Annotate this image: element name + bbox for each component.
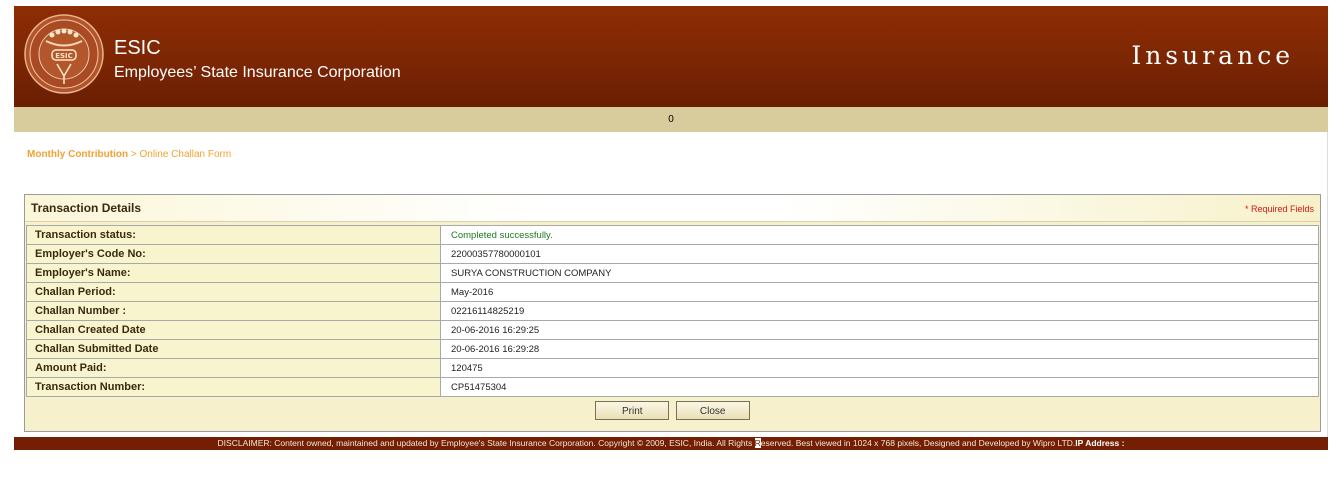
table-row: Transaction status: Completed successful… xyxy=(26,225,1319,245)
breadcrumb-root-link[interactable]: Monthly Contribution xyxy=(27,149,128,160)
page-frame: ESIC ESIC Employees’ State Insurance Cor… xyxy=(14,6,1328,450)
employer-code-value: 22000357780000101 xyxy=(440,244,1319,264)
site-header: ESIC ESIC Employees’ State Insurance Cor… xyxy=(14,6,1328,107)
row-label: Challan Period: xyxy=(26,282,441,302)
print-button[interactable]: Print xyxy=(595,401,670,420)
svg-text:ESIC: ESIC xyxy=(55,52,73,60)
row-label: Transaction status: xyxy=(26,225,441,245)
amount-paid-value: 120475 xyxy=(440,358,1319,378)
required-fields-note: * Required Fields xyxy=(1244,204,1314,214)
breadcrumb: Monthly Contribution > Online Challan Fo… xyxy=(27,149,231,160)
brand-subtitle: Employees’ State Insurance Corporation xyxy=(114,64,401,81)
table-row: Challan Created Date 20-06-2016 16:29:25 xyxy=(26,320,1319,340)
button-bar: Print Close xyxy=(25,401,1320,420)
counter-bar: 0 xyxy=(14,107,1328,132)
footer-disclaimer: DISCLAIMER: Content owned, maintained an… xyxy=(14,437,1328,450)
table-row: Amount Paid: 120475 xyxy=(26,358,1319,378)
challan-created-date-value: 20-06-2016 16:29:25 xyxy=(440,320,1319,340)
challan-period-value: May-2016 xyxy=(440,282,1319,302)
close-button[interactable]: Close xyxy=(675,401,750,420)
row-label: Challan Number : xyxy=(26,301,441,321)
counter-value: 0 xyxy=(668,114,674,125)
panel-title: Transaction Details xyxy=(31,201,142,215)
breadcrumb-current: Online Challan Form xyxy=(139,149,232,160)
panel-header: Transaction Details * Required Fields xyxy=(25,195,1320,222)
esic-logo-icon: ESIC xyxy=(24,14,104,94)
transaction-details-panel: Transaction Details * Required Fields Tr… xyxy=(24,194,1321,432)
disclaimer-text-start: DISCLAIMER: Content owned, maintained an… xyxy=(217,438,755,448)
transaction-details-table: Transaction status: Completed successful… xyxy=(26,225,1319,397)
main-content: Monthly Contribution > Online Challan Fo… xyxy=(14,132,1328,437)
ip-address-label: IP Address : xyxy=(1075,438,1125,448)
table-row: Challan Number : 02216114825219 xyxy=(26,301,1319,321)
disclaimer-text-end: eserved. Best viewed in 1024 x 768 pixel… xyxy=(760,438,1076,448)
transaction-number-value: CP51475304 xyxy=(440,377,1319,397)
table-row: Challan Submitted Date 20-06-2016 16:29:… xyxy=(26,339,1319,359)
breadcrumb-separator: > xyxy=(128,149,140,160)
transaction-status-value: Completed successfully. xyxy=(440,225,1319,245)
employer-name-value: SURYA CONSTRUCTION COMPANY xyxy=(440,263,1319,283)
row-label: Amount Paid: xyxy=(26,358,441,378)
row-label: Transaction Number: xyxy=(26,377,441,397)
row-label: Challan Created Date xyxy=(26,320,441,340)
table-row: Employer's Code No: 22000357780000101 xyxy=(26,244,1319,264)
table-row: Transaction Number: CP51475304 xyxy=(26,377,1319,397)
brand-title: ESIC xyxy=(114,37,161,59)
table-row: Challan Period: May-2016 xyxy=(26,282,1319,302)
row-label: Employer's Code No: xyxy=(26,244,441,264)
section-title: Insurance xyxy=(1131,41,1294,70)
row-label: Challan Submitted Date xyxy=(26,339,441,359)
challan-submitted-date-value: 20-06-2016 16:29:28 xyxy=(440,339,1319,359)
row-label: Employer's Name: xyxy=(26,263,441,283)
challan-number-value: 02216114825219 xyxy=(440,301,1319,321)
table-row: Employer's Name: SURYA CONSTRUCTION COMP… xyxy=(26,263,1319,283)
